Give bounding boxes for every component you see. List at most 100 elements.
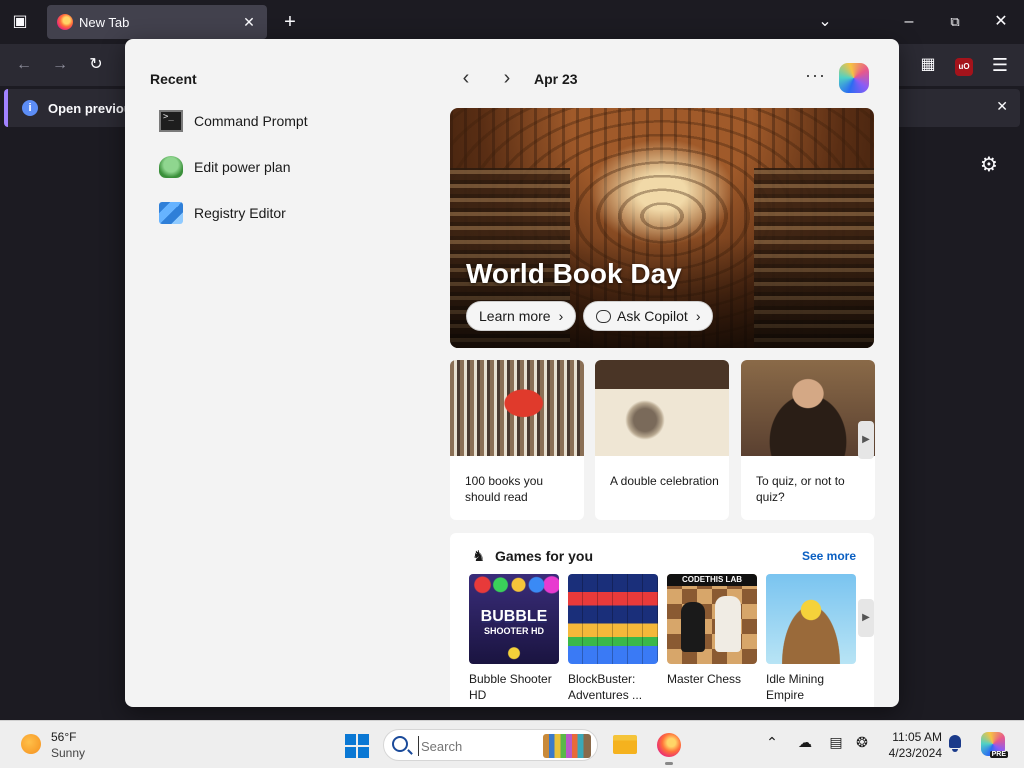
card-caption: A double celebration	[610, 474, 719, 488]
learn-more-button[interactable]: Learn more ›	[466, 301, 577, 331]
file-explorer-icon[interactable]	[613, 735, 637, 754]
recent-heading: Recent	[150, 71, 197, 87]
games-section: ♞ Games for you See more BUBBLE SHOOTER …	[450, 533, 874, 707]
game-thumbnail	[766, 574, 856, 664]
weather-temperature: 56°F	[51, 730, 77, 744]
copilot-preview-badge: PRE	[989, 751, 1008, 758]
tab-close-icon[interactable]: ✕	[239, 12, 259, 32]
restore-icon[interactable]: ⧉	[941, 8, 969, 36]
reload-icon[interactable]: ↻	[82, 51, 110, 79]
start-logo-tile	[358, 734, 369, 745]
start-logo-tile	[345, 734, 356, 745]
news-card[interactable]: 100 books you should read	[450, 360, 584, 520]
onedrive-offline-icon[interactable]: ☁	[795, 734, 815, 751]
see-more-link[interactable]: See more	[802, 549, 856, 563]
game-tile-bubble-shooter[interactable]: BUBBLE SHOOTER HD Bubble Shooter HD	[469, 574, 559, 703]
copilot-taskbar-icon[interactable]: PRE	[981, 732, 1008, 758]
hero-gradient	[450, 238, 874, 348]
game-tile-master-chess[interactable]: CODETHIS LAB Master Chess	[667, 574, 757, 687]
recent-item-label: Registry Editor	[194, 205, 286, 221]
search-input[interactable]	[418, 736, 538, 756]
list-all-tabs-chevron-icon[interactable]: ⌄	[811, 8, 839, 36]
ublock-badge: uO	[955, 58, 973, 76]
notification-close-icon[interactable]: ✕	[996, 98, 1008, 115]
next-day-chevron-icon[interactable]: ›	[495, 67, 519, 91]
weather-condition: Sunny	[51, 746, 86, 760]
card-image	[595, 360, 729, 456]
hero-card[interactable]: World Book Day Learn more › Ask Copilot ›	[450, 108, 874, 348]
news-card[interactable]: A double celebration	[595, 360, 729, 520]
command-prompt-icon	[159, 110, 183, 132]
ublock-extension-icon[interactable]: uO	[950, 51, 978, 79]
firefox-taskbar-icon[interactable]	[657, 733, 681, 757]
info-icon: i	[22, 100, 38, 116]
hamburger-menu-icon[interactable]: ☰	[986, 51, 1014, 79]
tab-bar: ▣ New Tab ✕ + ⌄ – ⧉ ✕	[0, 0, 1024, 44]
recent-item-edit-power-plan[interactable]: Edit power plan	[159, 153, 419, 183]
extensions-puzzle-icon[interactable]: ▦	[914, 51, 942, 79]
chess-queen-shape	[715, 596, 741, 652]
start-logo-tile	[345, 747, 356, 758]
tab-list-icon[interactable]: ▣	[6, 8, 34, 36]
minimize-icon[interactable]: –	[895, 8, 923, 36]
start-logo-tile	[358, 747, 369, 758]
clock-time[interactable]: 11:05 AM	[886, 730, 942, 744]
card-caption: To quiz, or not to quiz?	[756, 474, 845, 504]
new-tab-plus-icon[interactable]: +	[276, 8, 304, 36]
chat-bubble-icon	[596, 310, 611, 323]
taskbar: 56°F Sunny ⌃ ☁ ▤ ❂ 11:05 AM 4/23/2024 PR…	[0, 720, 1024, 768]
show-hidden-icons-chevron-icon[interactable]: ⌃	[762, 734, 782, 751]
ask-copilot-button[interactable]: Ask Copilot ›	[583, 301, 714, 331]
tab-title: New Tab	[79, 15, 130, 30]
clock-date[interactable]: 4/23/2024	[872, 746, 942, 760]
previous-day-chevron-icon[interactable]: ‹	[454, 67, 478, 91]
game-thumbnail-label: CODETHIS LAB	[667, 574, 757, 586]
game-thumbnail-subtitle: SHOOTER HD	[483, 626, 544, 636]
game-name: Idle Mining Empire	[766, 672, 825, 702]
running-indicator	[665, 762, 673, 765]
feed-date: Apr 23	[534, 71, 578, 87]
game-thumbnail: BUBBLE SHOOTER HD	[469, 574, 559, 664]
search-icon	[392, 736, 408, 752]
tab-new-tab[interactable]: New Tab ✕	[47, 5, 267, 39]
game-tile-blockbuster[interactable]: BlockBuster: Adventures ...	[568, 574, 658, 703]
game-thumbnail-title: BUBBLE	[480, 608, 548, 625]
recent-item-registry-editor[interactable]: Registry Editor	[159, 199, 419, 229]
card-image	[450, 360, 584, 456]
game-thumbnail	[568, 574, 658, 664]
chess-king-shape	[681, 602, 705, 652]
start-button-windows-icon[interactable]	[345, 734, 369, 758]
chevron-right-icon: ›	[558, 308, 564, 324]
card-image	[741, 360, 875, 456]
more-options-icon[interactable]: ···	[805, 65, 826, 86]
game-thumbnail: CODETHIS LAB	[667, 574, 757, 664]
game-tile-idle-mining[interactable]: Idle Mining Empire	[766, 574, 856, 703]
learn-more-label: Learn more	[479, 308, 551, 324]
recent-item-label: Edit power plan	[194, 159, 291, 175]
game-name: Master Chess	[667, 672, 742, 686]
ask-copilot-label: Ask Copilot	[617, 308, 688, 324]
news-card[interactable]: To quiz, or not to quiz?	[741, 360, 875, 520]
copilot-icon[interactable]	[839, 63, 869, 93]
games-scroll-right-icon[interactable]: ▶	[858, 599, 874, 637]
game-name: Bubble Shooter HD	[469, 672, 552, 702]
taskbar-search[interactable]	[383, 729, 598, 761]
notification-bell-icon[interactable]	[947, 735, 963, 753]
chess-piece-icon: ♞	[472, 548, 486, 565]
recent-item-command-prompt[interactable]: Command Prompt	[159, 107, 419, 137]
network-icon[interactable]: ❂	[852, 734, 872, 751]
game-name: BlockBuster: Adventures ...	[568, 672, 643, 702]
window-close-icon[interactable]: ✕	[987, 8, 1015, 36]
back-icon[interactable]: ←	[10, 51, 38, 79]
display-icon[interactable]: ▤	[826, 734, 846, 751]
new-tab-settings-gear-icon[interactable]: ⚙	[980, 152, 998, 177]
registry-editor-icon	[159, 202, 183, 224]
chevron-right-icon: ›	[695, 308, 701, 324]
sun-icon	[21, 734, 41, 754]
widgets-panel: Recent Command Prompt Edit power plan Re…	[125, 39, 899, 707]
games-heading: Games for you	[495, 548, 594, 564]
forward-icon[interactable]: →	[46, 51, 74, 79]
card-caption: 100 books you should read	[465, 474, 544, 504]
recent-item-label: Command Prompt	[194, 113, 308, 129]
cards-scroll-right-icon[interactable]: ▶	[858, 421, 874, 459]
